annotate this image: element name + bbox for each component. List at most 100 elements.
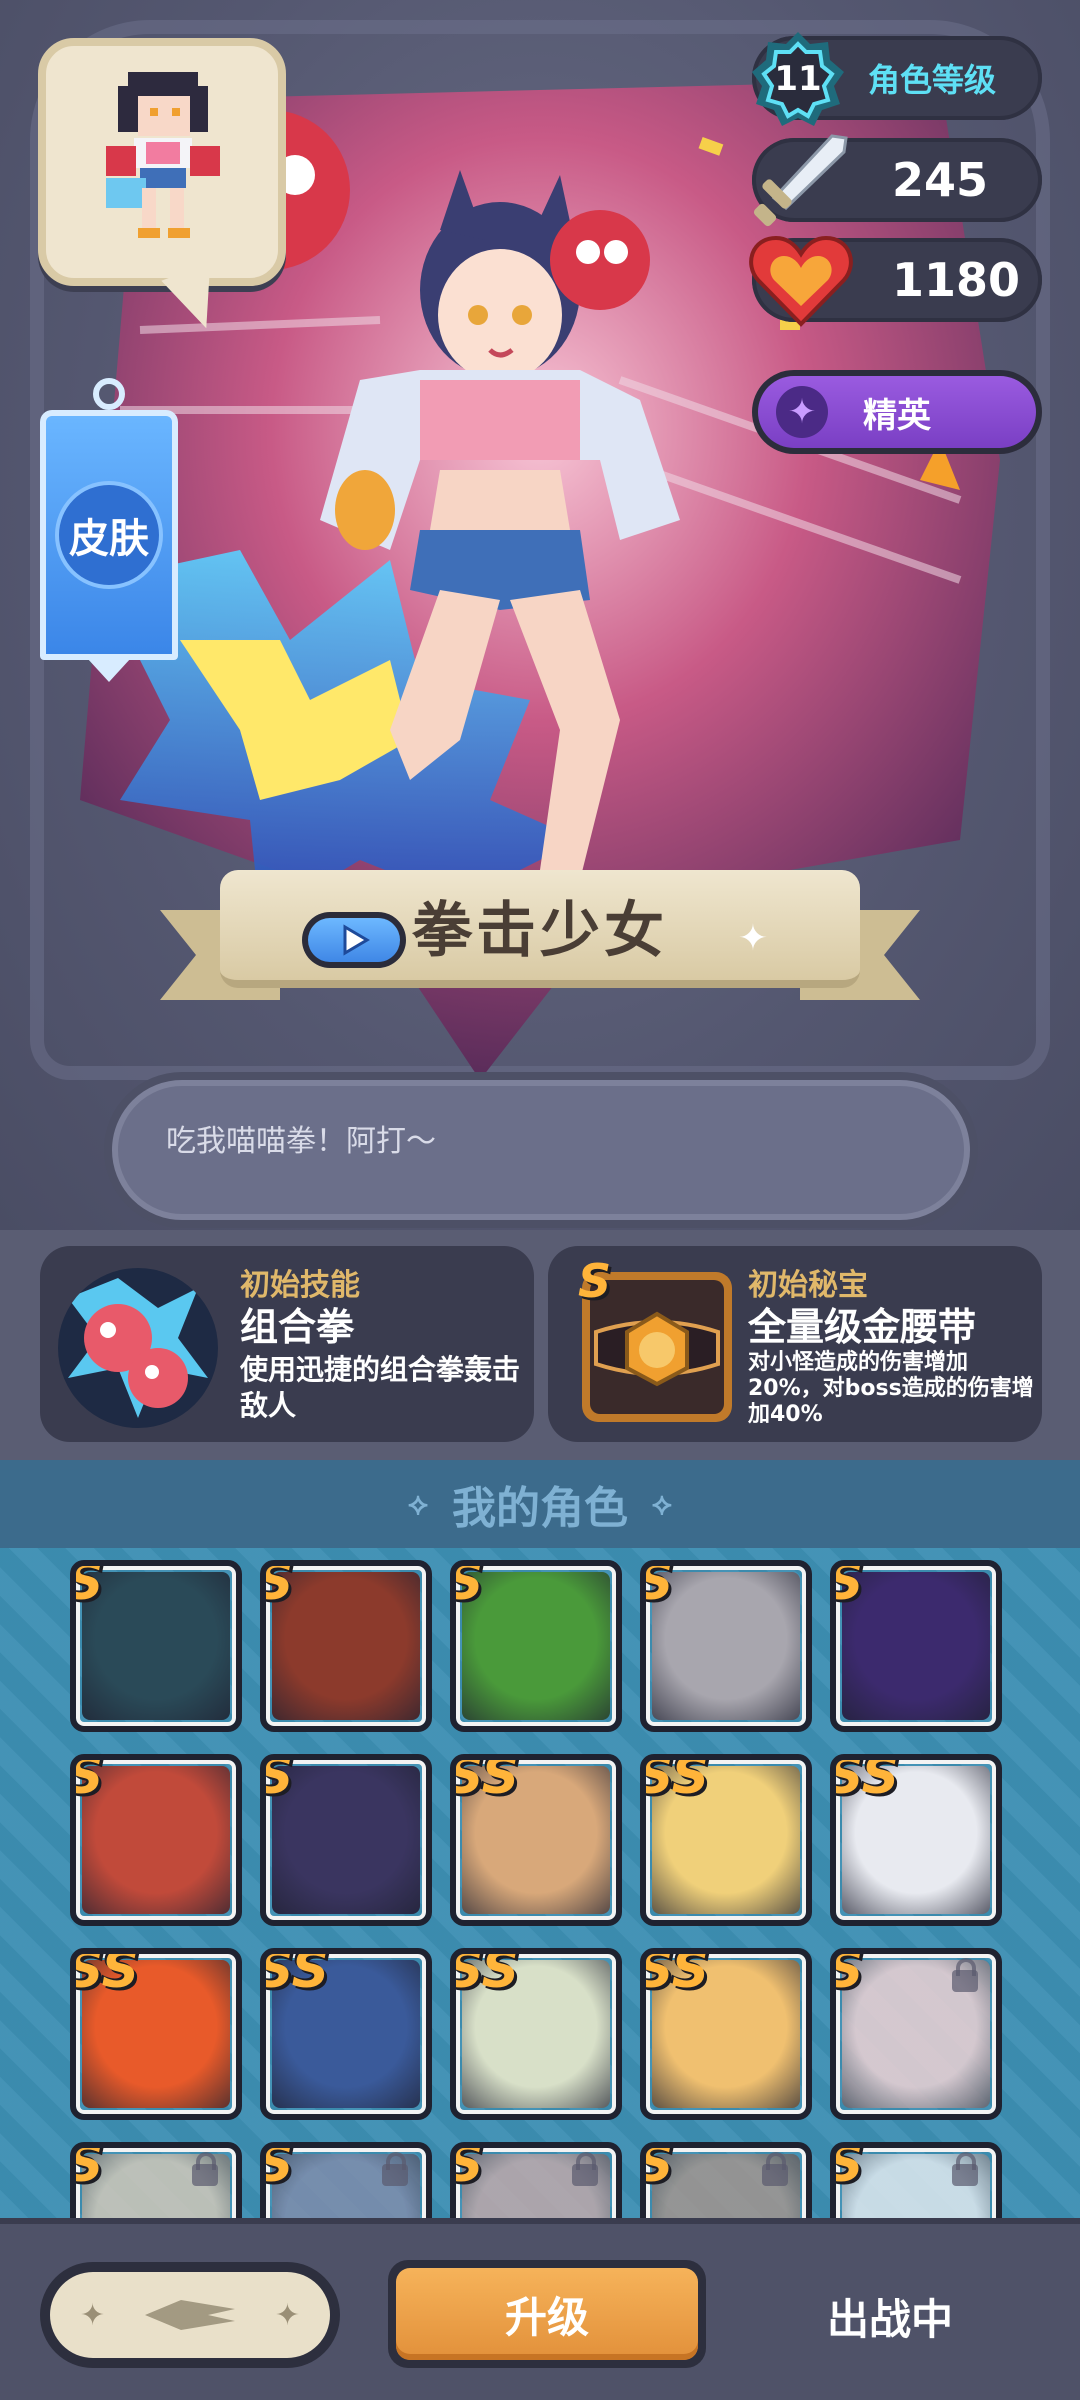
treasure-description: 对小怪造成的伤害增加20%，对boss造成的伤害增加40%: [748, 1350, 1034, 1427]
rarity-badge: S: [836, 2148, 863, 2194]
character-quote-box: 吃我喵喵拳！阿打～: [112, 1080, 970, 1220]
rarity-badge: S: [836, 1954, 863, 2000]
bottom-action-bar: ✦ ✦ 升级 出战中: [0, 2218, 1080, 2400]
character-tile[interactable]: S: [70, 1754, 242, 1926]
sword-icon: [753, 134, 848, 227]
skin-label: 皮肤: [69, 516, 149, 562]
level-badge-icon: 11: [752, 32, 844, 126]
rarity-badge: S: [76, 1760, 103, 1806]
attack-stat-pill: 245: [752, 134, 1042, 227]
character-level-pill: 11 角色等级: [752, 32, 1042, 126]
character-tile[interactable]: SS: [450, 1754, 622, 1926]
combo-punch-icon: [58, 1268, 218, 1428]
ornament-left-icon: ⟡: [408, 1486, 428, 1522]
character-tile[interactable]: SS: [450, 1948, 622, 2120]
lock-icon: [572, 2152, 598, 2186]
skin-button[interactable]: 皮肤: [40, 378, 178, 660]
character-tile[interactable]: S: [260, 1754, 432, 1926]
rank-badge: ✦ 精英: [752, 370, 1042, 454]
character-pixel-portrait[interactable]: [38, 38, 286, 286]
rarity-badge: S: [456, 1566, 483, 1612]
rarity-badge: SS: [640, 1754, 710, 1806]
ornate-arrow-icon: [145, 2300, 235, 2330]
pixel-character-icon: [106, 72, 220, 238]
hp-stat-pill: 1180: [749, 235, 1042, 327]
upgrade-button[interactable]: 升级: [388, 2260, 706, 2368]
character-quote: 吃我喵喵拳！阿打～: [166, 1124, 436, 1159]
sparkle-left-icon: ✦: [80, 2297, 106, 2333]
play-icon: [343, 924, 370, 956]
character-name: 拳击少女: [412, 895, 668, 966]
character-tile[interactable]: S: [830, 2142, 1002, 2218]
rank-label: 精英: [863, 395, 931, 436]
character-portrait: [272, 1572, 420, 1720]
skill-description: 使用迅捷的组合拳轰击敌人: [240, 1353, 521, 1422]
rarity-badge: S: [266, 1760, 293, 1806]
character-portrait: [652, 1572, 800, 1720]
rarity-badge: SS: [830, 1754, 900, 1806]
character-tile[interactable]: S: [450, 2142, 622, 2218]
heart-icon: [749, 235, 853, 327]
rarity-badge: S: [456, 2148, 483, 2194]
character-tile[interactable]: S: [260, 1560, 432, 1732]
play-voice-button[interactable]: [302, 912, 406, 968]
character-portrait: [82, 1766, 230, 1914]
character-tile[interactable]: S: [830, 1948, 1002, 2120]
lock-icon: [382, 2152, 408, 2186]
my-characters-header: ⟡ 我的角色 ⟡: [0, 1460, 1080, 1548]
sparkle-icon: ✦: [737, 918, 768, 959]
initial-skill-card[interactable]: 初始技能 组合拳 使用迅捷的组合拳轰击敌人: [40, 1246, 534, 1442]
rarity-badge: S: [76, 2148, 103, 2194]
my-characters-title: 我的角色: [452, 1483, 628, 1534]
rarity-badge: S: [836, 1566, 863, 1612]
rarity-badge: S: [266, 2148, 293, 2194]
level-label: 角色等级: [868, 61, 997, 99]
lock-icon: [952, 2152, 978, 2186]
sparkle-icon: ✦: [776, 386, 828, 438]
rarity-badge: S: [76, 1566, 103, 1612]
character-tile[interactable]: S: [830, 1560, 1002, 1732]
character-tile[interactable]: S: [640, 2142, 812, 2218]
character-tile[interactable]: SS: [830, 1754, 1002, 1926]
character-tile[interactable]: SS: [640, 1754, 812, 1926]
attack-value: 245: [892, 153, 989, 207]
rarity-badge: S: [646, 1566, 673, 1612]
rarity-badge: S: [266, 1566, 293, 1612]
banner-ring: [93, 378, 125, 410]
hp-value: 1180: [892, 253, 1021, 307]
character-roster-grid: SSSSSSSSSSSSSSSSSSSSSSSSSSS: [0, 1548, 1080, 2218]
level-value: 11: [774, 59, 821, 99]
lock-icon: [952, 1958, 978, 1992]
character-tile[interactable]: S: [260, 2142, 432, 2218]
character-portrait: [272, 1766, 420, 1914]
lock-icon: [762, 2152, 788, 2186]
rarity-badge: SS: [450, 1948, 520, 2000]
character-tile[interactable]: S: [450, 1560, 622, 1732]
treasure-rarity-badge: S: [578, 1254, 612, 1308]
character-tile[interactable]: S: [640, 1560, 812, 1732]
character-tile[interactable]: S: [70, 1560, 242, 1732]
rarity-badge: SS: [450, 1754, 520, 1806]
sparkle-right-icon: ✦: [274, 2297, 300, 2333]
character-portrait: [82, 1572, 230, 1720]
rarity-badge: SS: [640, 1948, 710, 2000]
character-tile[interactable]: SS: [70, 1948, 242, 2120]
rarity-badge: SS: [260, 1948, 330, 2000]
character-name-ribbon: 拳击少女 ✦: [160, 860, 920, 1010]
switch-character-button[interactable]: ✦ ✦: [40, 2262, 340, 2368]
lock-icon: [192, 2152, 218, 2186]
character-tile[interactable]: SS: [260, 1948, 432, 2120]
skill-thumbnail: [58, 1268, 218, 1428]
character-portrait: [842, 1572, 990, 1720]
rarity-badge: SS: [70, 1948, 140, 2000]
deployed-label: 出战中: [826, 2294, 953, 2344]
skill-title: 组合拳: [240, 1305, 355, 1349]
rarity-badge: S: [646, 2148, 673, 2194]
deployed-status: 出战中: [760, 2280, 1020, 2352]
character-tile[interactable]: SS: [640, 1948, 812, 2120]
character-portrait: [462, 1572, 610, 1720]
character-tile[interactable]: S: [70, 2142, 242, 2218]
upgrade-label: 升级: [504, 2292, 589, 2342]
treasure-title: 全量级金腰带: [748, 1305, 977, 1349]
initial-treasure-card[interactable]: S 初始秘宝 全量级金腰带 对小怪造成的伤害增加20%，对boss造成的伤害增加…: [548, 1246, 1042, 1442]
